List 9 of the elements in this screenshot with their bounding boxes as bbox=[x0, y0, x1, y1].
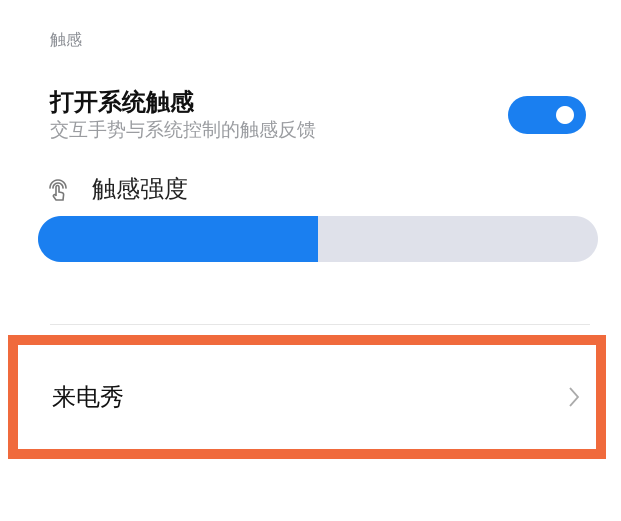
touch-finger-icon bbox=[46, 176, 70, 202]
intensity-label: 触感强度 bbox=[92, 174, 188, 205]
chevron-right-icon bbox=[568, 386, 580, 408]
setting-title: 打开系统触感 bbox=[50, 87, 194, 117]
menu-item-label[interactable]: 来电秀 bbox=[52, 379, 124, 415]
section-header: 触感 bbox=[50, 30, 82, 49]
intensity-slider[interactable] bbox=[38, 216, 598, 262]
toggle-switch[interactable] bbox=[508, 96, 586, 134]
setting-description: 交互手势与系统控制的触感反馈 bbox=[50, 118, 316, 143]
